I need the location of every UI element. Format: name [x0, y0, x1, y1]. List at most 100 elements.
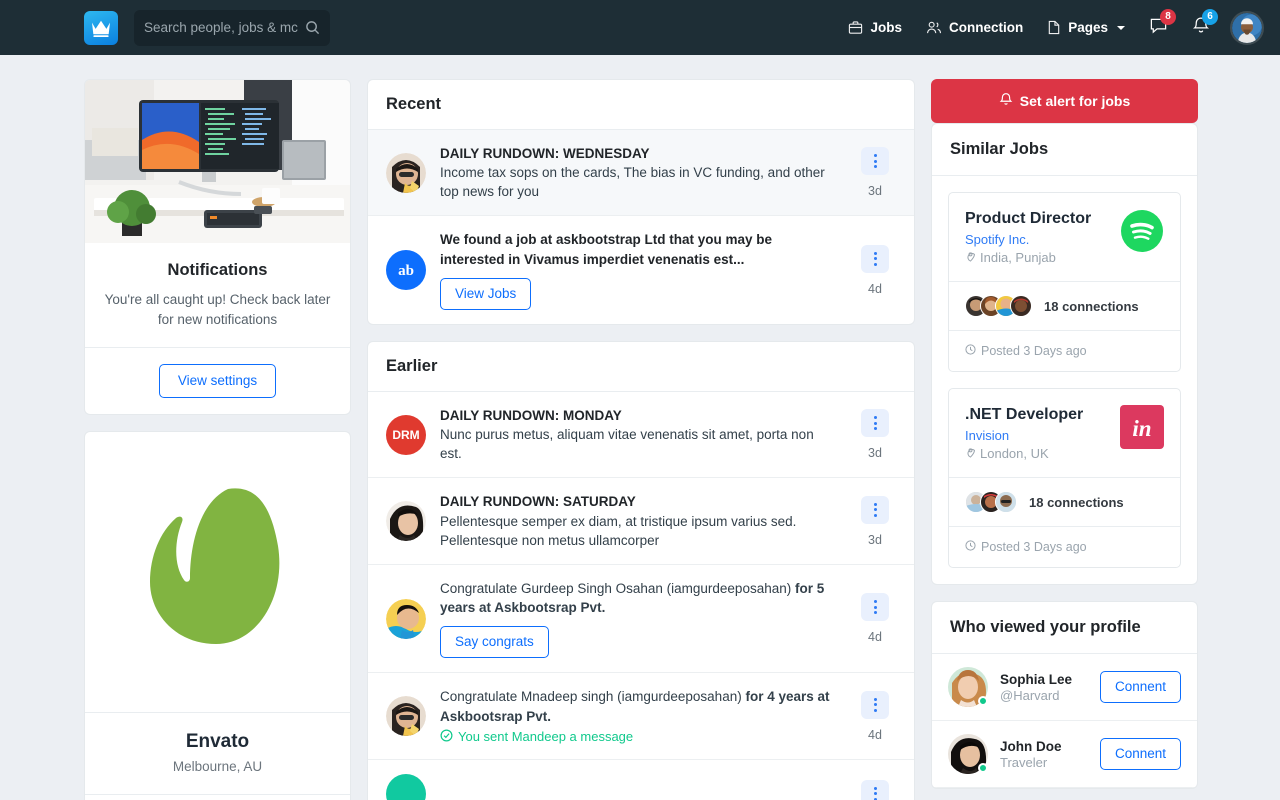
- notification-meta: 3d: [852, 495, 898, 547]
- notification-title: DAILY RUNDOWN: SATURDAY: [440, 494, 636, 510]
- viewer-subtitle: Traveler: [1000, 754, 1048, 770]
- view-jobs-button[interactable]: View Jobs: [440, 277, 532, 310]
- nav-item-jobs-label: Jobs: [870, 20, 902, 35]
- envato-logo-container: [85, 432, 350, 712]
- job-connections: 18 connections: [949, 477, 1180, 526]
- left-sidebar: Notifications You're all caught up! Chec…: [84, 79, 351, 800]
- similar-jobs-title: Similar Jobs: [932, 124, 1197, 176]
- online-status-dot: [978, 763, 988, 774]
- notification-content: DAILY RUNDOWN: WEDNESDAY Income tax sops…: [440, 144, 838, 201]
- notification-time: 3d: [868, 532, 882, 547]
- search-input[interactable]: [144, 20, 305, 35]
- job-location-text: India, Punjab: [980, 250, 1056, 266]
- woman-sunglasses-avatar: [386, 152, 426, 193]
- kebab-menu-icon[interactable]: [861, 779, 889, 800]
- askbootstrap-logo-avatar: ab: [386, 250, 426, 291]
- notification-content: DAILY RUNDOWN: MONDAY Nunc purus metus, …: [440, 406, 838, 463]
- notification-meta: 3d: [852, 409, 898, 460]
- notification-item[interactable]: ab We found a job at askbootstrap Ltd th…: [368, 216, 914, 324]
- svg-text:in: in: [1132, 416, 1151, 441]
- section-title-earlier: Earlier: [368, 342, 914, 392]
- woman-black-hair-avatar: [948, 734, 988, 775]
- envato-leaf-icon: [149, 484, 286, 661]
- notification-item[interactable]: DAILY RUNDOWN: WEDNESDAY Income tax sops…: [368, 130, 914, 217]
- people-icon: [926, 20, 942, 35]
- notification-item[interactable]: Congratulate Mnadeep singh (iamgurdeepos…: [368, 673, 914, 760]
- say-congrats-button[interactable]: Say congrats: [440, 626, 549, 659]
- job-card[interactable]: .NET Developer Invision London, UK in 18…: [948, 388, 1181, 569]
- nav-item-pages[interactable]: Pages: [1035, 0, 1137, 55]
- job-connections: 18 connections: [949, 281, 1180, 330]
- rich-plain: Congratulate Gurdeep Singh Osahan (iamgu…: [440, 580, 795, 596]
- who-viewed-title: Who viewed your profile: [932, 602, 1197, 655]
- kebab-menu-icon[interactable]: [861, 147, 889, 176]
- messages-button[interactable]: 8: [1137, 0, 1180, 55]
- notification-time: 3d: [868, 184, 882, 199]
- list-item[interactable]: John Doe Traveler Connent: [932, 721, 1197, 789]
- search-icon[interactable]: [305, 20, 320, 35]
- notification-item[interactable]: Congratulate Gurdeep Singh Osahan (iamgu…: [368, 565, 914, 674]
- svg-text:ab: ab: [398, 263, 414, 278]
- search-box[interactable]: [134, 9, 330, 46]
- view-settings-button[interactable]: View settings: [158, 364, 277, 399]
- feed-section-earlier: Earlier DRM DAILY RUNDOWN: MONDAY Nunc p…: [367, 340, 915, 800]
- job-card[interactable]: Product Director Spotify Inc. India, Pun…: [948, 192, 1181, 373]
- viewer-name: John Doe: [1000, 738, 1062, 754]
- set-alert-for-jobs-button[interactable]: Set alert for jobs: [931, 79, 1198, 123]
- nav-right-group: Jobs Connection Pages 8 6: [836, 0, 1264, 55]
- job-company[interactable]: Invision: [965, 428, 1110, 443]
- company-location: Melbourne, AU: [172, 759, 263, 775]
- notification-meta: 4d: [852, 244, 898, 296]
- man-blue-jacket-avatar: [386, 598, 426, 639]
- briefcase-icon: [848, 20, 863, 35]
- notification-item[interactable]: DAILY RUNDOWN: SATURDAY Pellentesque sem…: [368, 478, 914, 565]
- job-location: London, UK: [965, 446, 1110, 461]
- kebab-menu-icon[interactable]: [861, 495, 889, 524]
- notification-rich-text: Congratulate Gurdeep Singh Osahan (iamgu…: [440, 579, 838, 617]
- who-viewed-card: Who viewed your profile Sophia Lee @Harv…: [931, 601, 1198, 790]
- online-status-dot: [978, 696, 988, 707]
- job-info: .NET Developer Invision London, UK: [965, 405, 1110, 461]
- viewer-subtitle: @Harvard: [1000, 687, 1060, 703]
- similar-jobs-list: Product Director Spotify Inc. India, Pun…: [932, 176, 1197, 584]
- notifications-footer: View settings: [85, 347, 350, 414]
- notification-meta: 3d: [852, 147, 898, 198]
- list-item[interactable]: Sophia Lee @Harvard Connent: [932, 654, 1197, 722]
- company-meta: Envato Melbourne, AU: [85, 712, 350, 794]
- kebab-menu-icon[interactable]: [861, 244, 889, 273]
- connection-count: 18 connections: [1044, 298, 1139, 314]
- clock-icon: [965, 540, 976, 554]
- rich-plain: Congratulate Mnadeep singh (iamgurdeepos…: [440, 689, 746, 705]
- notifications-button[interactable]: 6: [1180, 0, 1222, 55]
- kebab-menu-icon[interactable]: [861, 690, 889, 719]
- job-title: Product Director: [965, 210, 1092, 227]
- notification-status: You sent Mandeep a message: [440, 729, 838, 745]
- nav-item-jobs[interactable]: Jobs: [836, 0, 914, 55]
- job-header: Product Director Spotify Inc. India, Pun…: [949, 193, 1180, 281]
- map-pin-icon: [965, 446, 976, 461]
- job-company[interactable]: Spotify Inc.: [965, 232, 1110, 247]
- page-content: Notifications You're all caught up! Chec…: [0, 55, 1280, 800]
- check-circle-icon: [440, 729, 453, 745]
- file-icon: [1047, 20, 1061, 35]
- woman-dark-hair-avatar: [386, 501, 426, 542]
- kebab-menu-icon[interactable]: [861, 593, 889, 622]
- nav-item-connection[interactable]: Connection: [914, 0, 1035, 55]
- notification-content: Congratulate Gurdeep Singh Osahan (iamgu…: [440, 579, 838, 659]
- notification-item[interactable]: DRM DAILY RUNDOWN: MONDAY Nunc purus met…: [368, 392, 914, 479]
- notification-item[interactable]: [368, 760, 914, 800]
- profile-avatar[interactable]: [1230, 10, 1264, 45]
- notification-status-text: You sent Mandeep a message: [458, 729, 634, 745]
- notification-time: 4d: [868, 727, 882, 742]
- job-location-text: London, UK: [980, 446, 1049, 462]
- kebab-menu-icon[interactable]: [861, 409, 889, 438]
- connect-button[interactable]: Connent: [1099, 738, 1181, 771]
- woman-sunglasses-avatar: [386, 696, 426, 737]
- chevron-down-icon: [1117, 25, 1125, 30]
- notifications-card: Notifications You're all caught up! Chec…: [84, 79, 351, 416]
- brand-logo[interactable]: [84, 10, 118, 45]
- top-navigation-bar: Jobs Connection Pages: [0, 0, 1280, 55]
- connect-button[interactable]: Connent: [1099, 671, 1181, 704]
- company-card: Envato Melbourne, AU: [84, 431, 351, 800]
- notification-text: Pellentesque semper ex diam, at tristiqu…: [440, 513, 797, 548]
